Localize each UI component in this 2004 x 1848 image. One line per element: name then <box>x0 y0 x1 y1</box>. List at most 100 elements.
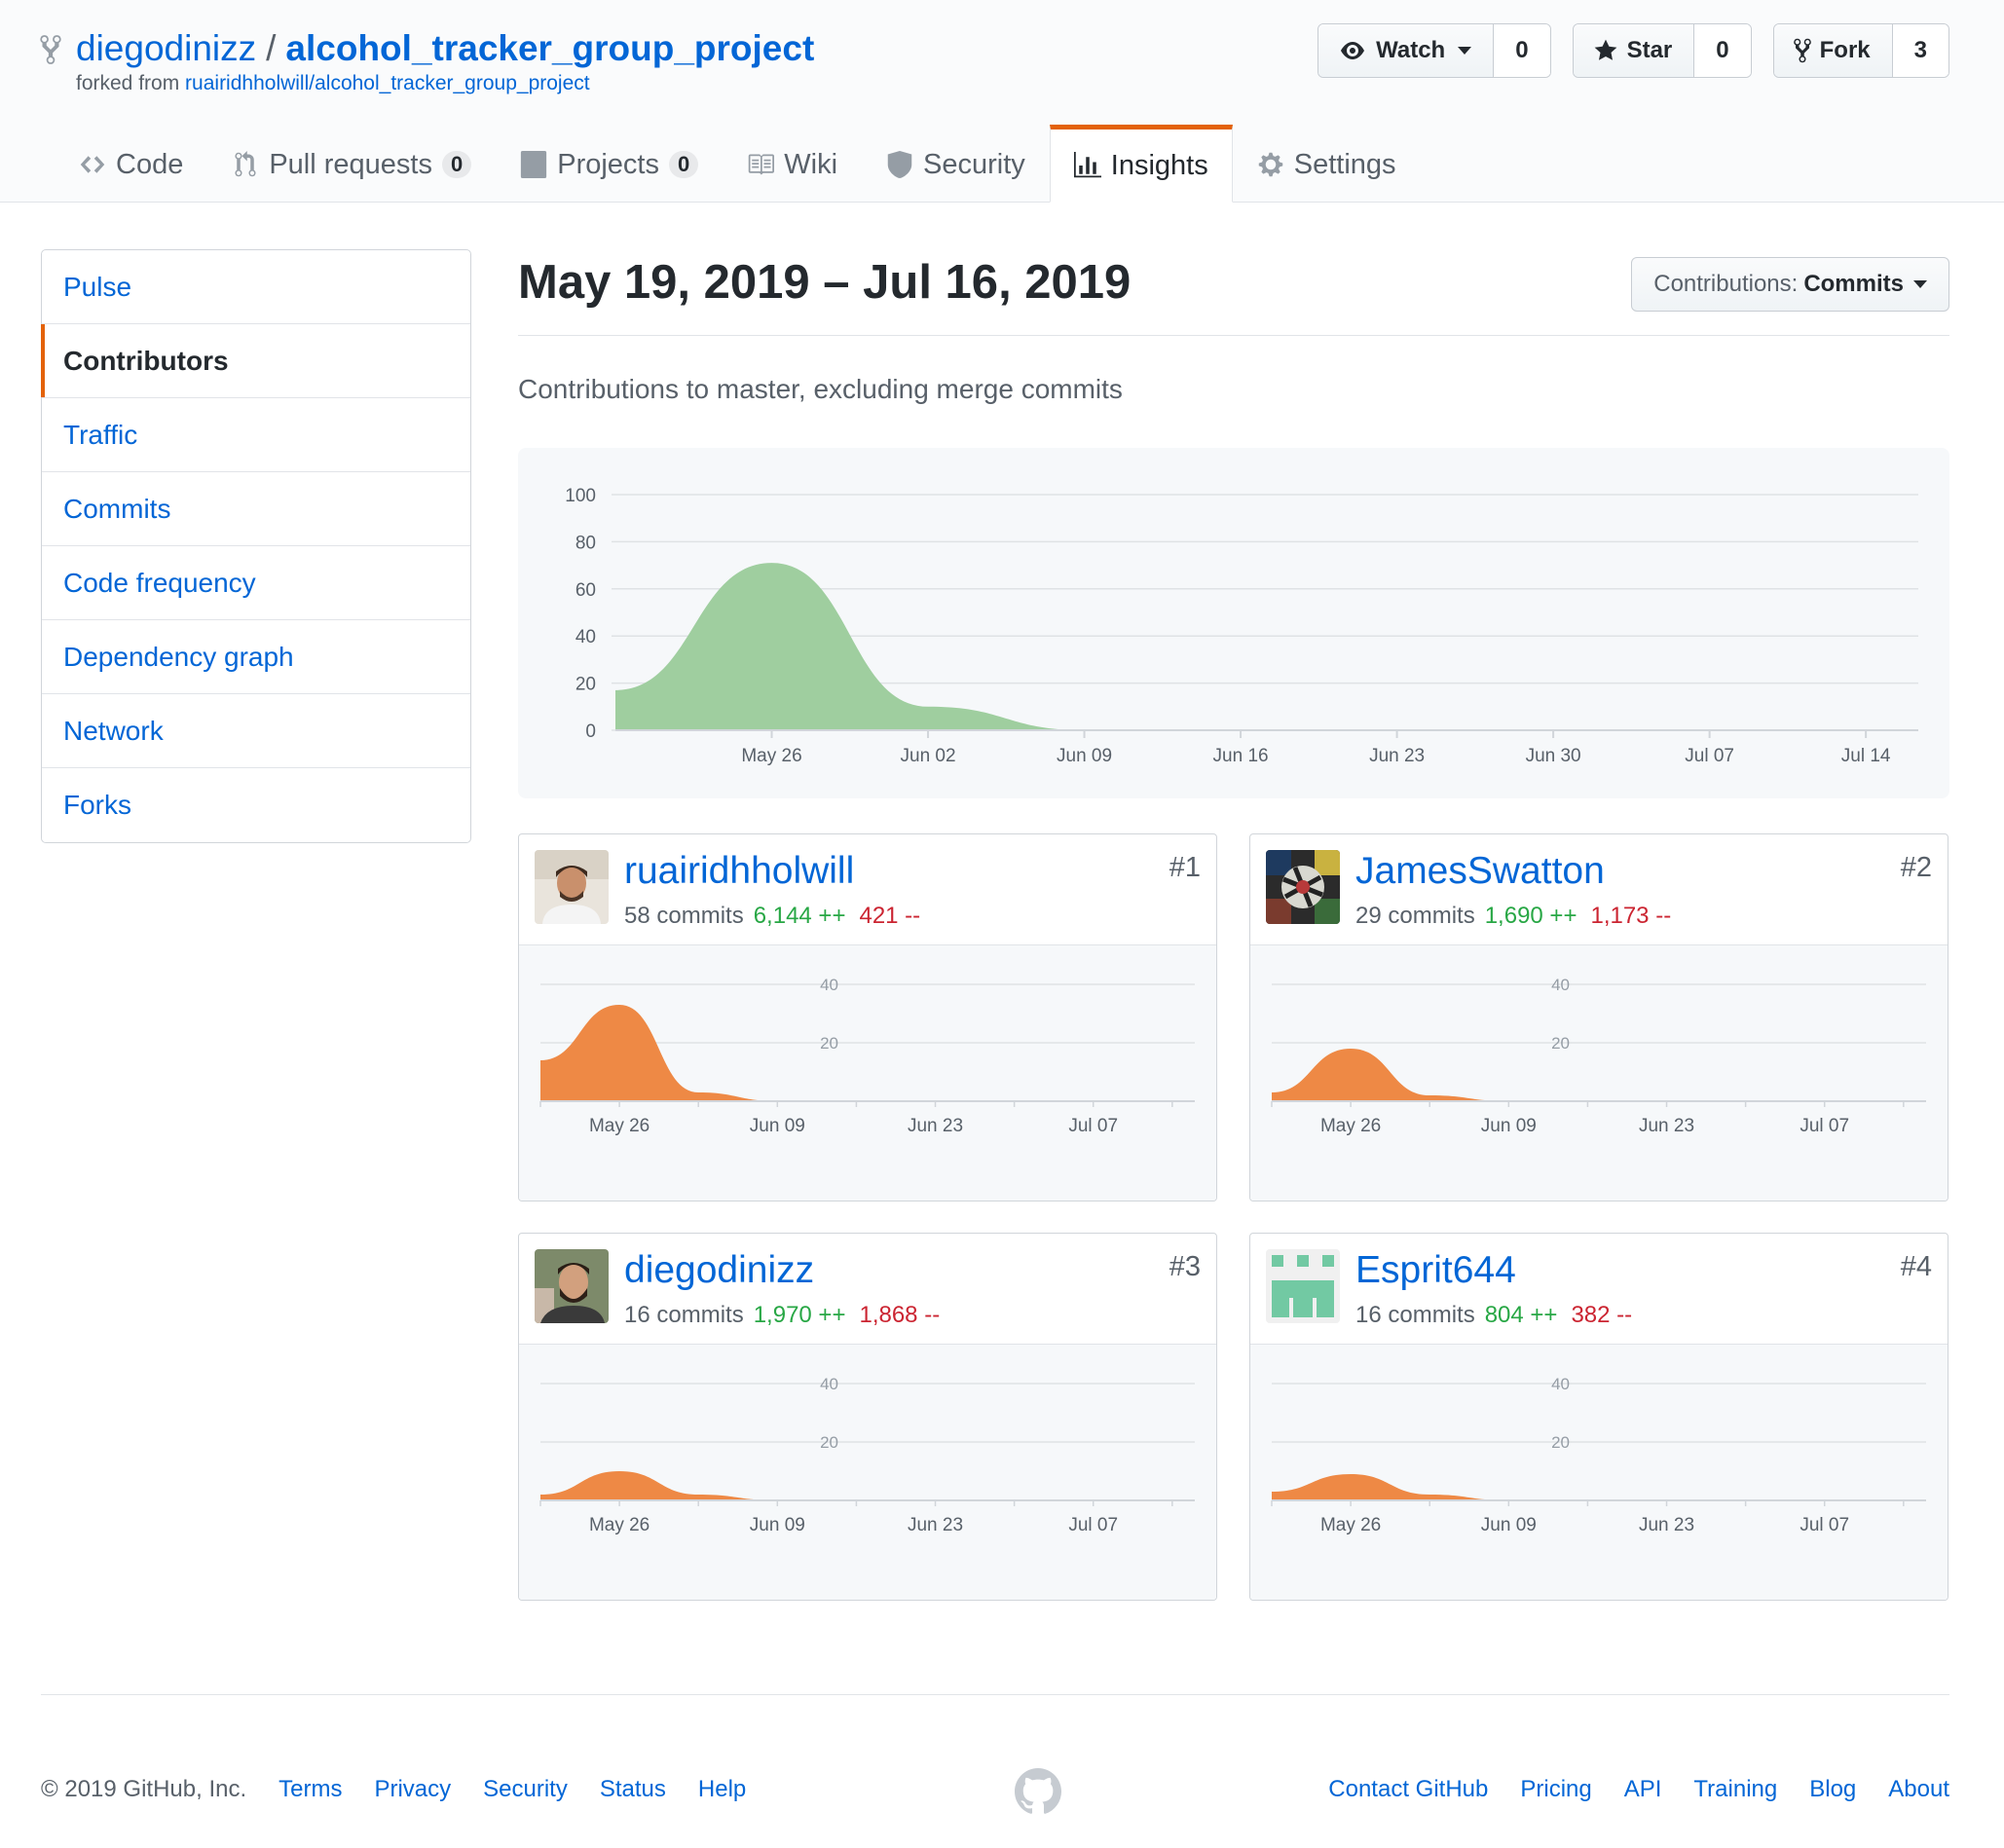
additions-count: 6,144 ++ <box>753 903 846 929</box>
projects-counter: 0 <box>669 151 699 178</box>
avatar[interactable] <box>535 1249 609 1323</box>
avatar[interactable] <box>535 850 609 924</box>
sidebar-item-traffic[interactable]: Traffic <box>42 398 470 472</box>
contributor-stats: 16 commits 804 ++ 382 -- <box>1355 1302 1632 1329</box>
contributor-stats: 58 commits 6,144 ++ 421 -- <box>624 903 920 930</box>
watch-button[interactable]: Watch <box>1318 24 1495 77</box>
x-tick-label: May 26 <box>1320 1116 1381 1136</box>
repo-owner-link[interactable]: diegodinizz <box>76 28 256 68</box>
footer-link-training[interactable]: Training <box>1693 1776 1777 1803</box>
avatar[interactable] <box>1266 1249 1340 1323</box>
footer-link-help[interactable]: Help <box>698 1776 746 1803</box>
fork-count[interactable]: 3 <box>1892 24 1948 77</box>
footer-link-pricing[interactable]: Pricing <box>1520 1776 1591 1803</box>
y-tick-label: 20 <box>820 1433 838 1452</box>
footer-link-status[interactable]: Status <box>600 1776 666 1803</box>
gear-icon <box>1258 152 1282 177</box>
date-range-title: May 19, 2019 – Jul 16, 2019 <box>518 256 1132 309</box>
star-label: Star <box>1626 37 1673 63</box>
contributor-chart-svg: 20 40 May 26 Jun 09 Jun 23 Jul 07 <box>1271 976 1926 1136</box>
tab-projects[interactable]: Projects 0 <box>496 125 723 203</box>
commits-count-link[interactable]: 16 commits <box>1355 1302 1475 1328</box>
fork-label: Fork <box>1819 37 1871 63</box>
code-icon <box>80 156 105 173</box>
commits-count-link[interactable]: 58 commits <box>624 903 744 929</box>
contributor-chart[interactable]: 20 40 May 26 Jun 09 Jun 23 Jul 07 <box>519 945 1216 1201</box>
contributor-card-header: Esprit644 16 commits 804 ++ 382 -- #4 <box>1250 1234 1948 1345</box>
book-icon <box>749 154 775 175</box>
contributor-chart[interactable]: 20 40 May 26 Jun 09 Jun 23 Jul 07 <box>1250 1345 1948 1600</box>
contributor-chart[interactable]: 20 40 May 26 Jun 09 Jun 23 Jul 07 <box>519 1345 1216 1600</box>
y-tick-label: 40 <box>820 1375 838 1393</box>
chart-subtitle: Contributions to master, excluding merge… <box>518 374 1123 404</box>
contributions-type-select[interactable]: Contributions: Commits <box>1631 257 1949 312</box>
contributions-chart[interactable]: 0 20 40 60 80 100 May 26 Jun 02 Jun 09 Jun 16 Jun … <box>518 448 1949 798</box>
repo-forked-icon <box>40 35 61 64</box>
x-tick-label: Jul 14 <box>1841 746 1891 766</box>
pull-requests-counter: 0 <box>441 151 472 178</box>
footer-link-contact[interactable]: Contact GitHub <box>1328 1776 1488 1803</box>
contributor-name-link[interactable]: ruairidhholwill <box>624 850 854 893</box>
contributor-name-link[interactable]: JamesSwatton <box>1355 850 1605 893</box>
sidebar-item-pulse[interactable]: Pulse <box>42 250 470 324</box>
footer-link-terms[interactable]: Terms <box>278 1776 342 1803</box>
avatar[interactable] <box>1266 850 1340 924</box>
contributor-area <box>540 1005 778 1101</box>
contributor-name-link[interactable]: diegodinizz <box>624 1249 814 1292</box>
contributions-chart-svg: 0 20 40 60 80 100 May 26 Jun 02 Jun 09 Jun 16 Jun … <box>565 486 1918 766</box>
sidebar-item-network[interactable]: Network <box>42 694 470 768</box>
watch-button-group: Watch 0 <box>1317 23 1551 78</box>
sidebar-item-contributors[interactable]: Contributors <box>41 324 470 398</box>
x-tick-label: Jun 23 <box>1639 1515 1694 1535</box>
contributor-card-1: ruairidhholwill 58 commits 6,144 ++ 421 --… <box>518 833 1217 1201</box>
sidebar-item-commits[interactable]: Commits <box>42 472 470 546</box>
shield-icon <box>887 151 912 178</box>
commits-count-link[interactable]: 16 commits <box>624 1302 744 1328</box>
star-count[interactable]: 0 <box>1694 24 1751 77</box>
title-divider <box>518 335 1949 336</box>
x-tick-label: Jun 23 <box>1369 746 1425 766</box>
contributor-card-header: diegodinizz 16 commits 1,970 ++ 1,868 -- #… <box>519 1234 1216 1345</box>
forked-from: forked from ruairidhholwill/alcohol_trac… <box>76 72 590 95</box>
x-tick-label: Jun 09 <box>1057 746 1112 766</box>
contributor-card-2: JamesSwatton 29 commits 1,690 ++ 1,173 -- … <box>1249 833 1948 1201</box>
y-tick-label: 80 <box>575 533 596 553</box>
insights-sidebar: Pulse Contributors Traffic Commits Code … <box>41 249 471 843</box>
y-tick-label: 20 <box>1551 1034 1570 1053</box>
tab-insights[interactable]: Insights <box>1049 125 1233 203</box>
x-tick-label: Jun 09 <box>1481 1515 1537 1535</box>
sidebar-item-forks[interactable]: Forks <box>42 768 470 842</box>
footer-left: © 2019 GitHub, Inc. Terms Privacy Securi… <box>41 1776 746 1803</box>
deletions-count: 1,173 -- <box>1590 903 1672 929</box>
tab-wiki[interactable]: Wiki <box>723 125 862 203</box>
commits-count-link[interactable]: 29 commits <box>1355 903 1475 929</box>
x-tick-label: Jul 07 <box>1685 746 1734 766</box>
github-mark-icon[interactable] <box>1015 1768 1061 1815</box>
watch-count[interactable]: 0 <box>1494 24 1550 77</box>
tab-code[interactable]: Code <box>55 125 207 203</box>
tab-settings[interactable]: Settings <box>1233 125 1421 203</box>
y-tick-label: 100 <box>565 486 596 506</box>
fork-button[interactable]: Fork <box>1773 24 1893 77</box>
forked-from-link[interactable]: ruairidhholwill/alcohol_tracker_group_pr… <box>185 72 590 94</box>
sidebar-item-code-frequency[interactable]: Code frequency <box>42 546 470 620</box>
footer-link-about[interactable]: About <box>1888 1776 1949 1803</box>
sidebar-item-dependency-graph[interactable]: Dependency graph <box>42 620 470 694</box>
y-tick-label: 60 <box>575 580 596 601</box>
footer-link-blog[interactable]: Blog <box>1809 1776 1856 1803</box>
tab-pull-requests[interactable]: Pull requests 0 <box>207 125 496 203</box>
tab-wiki-label: Wiki <box>784 148 838 180</box>
footer-link-security[interactable]: Security <box>483 1776 568 1803</box>
y-tick-label: 20 <box>575 675 596 695</box>
footer-link-privacy[interactable]: Privacy <box>374 1776 451 1803</box>
footer-link-api[interactable]: API <box>1624 1776 1662 1803</box>
star-button[interactable]: Star <box>1573 24 1695 77</box>
contributor-chart[interactable]: 20 40 May 26 Jun 09 Jun 23 Jul 07 <box>1250 945 1948 1201</box>
x-tick-label: May 26 <box>589 1116 649 1136</box>
star-button-group: Star 0 <box>1572 23 1752 78</box>
repo-title: diegodinizz / alcohol_tracker_group_projec… <box>76 23 814 74</box>
repo-name-link[interactable]: alcohol_tracker_group_project <box>285 28 814 68</box>
y-tick-label: 40 <box>820 976 838 994</box>
contributor-name-link[interactable]: Esprit644 <box>1355 1249 1516 1292</box>
tab-security[interactable]: Security <box>862 125 1050 203</box>
